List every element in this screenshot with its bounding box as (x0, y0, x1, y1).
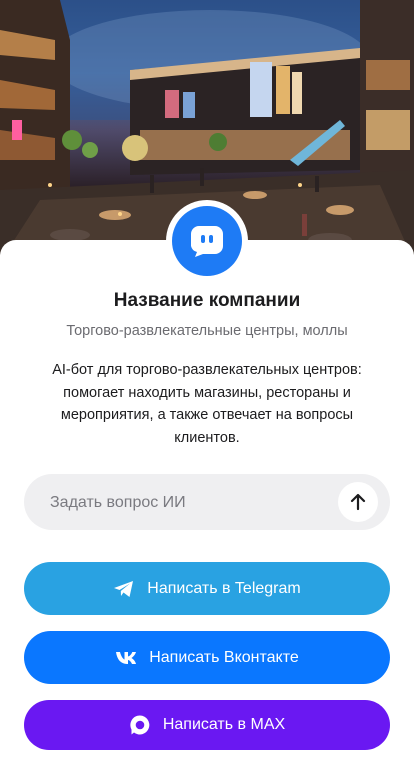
telegram-button[interactable]: Написать в Telegram (24, 562, 390, 615)
telegram-icon (113, 580, 135, 598)
vk-icon (115, 651, 137, 665)
company-name: Название компании (113, 290, 301, 311)
max-button[interactable]: Написать в MAX (24, 700, 390, 750)
vk-button-label: Написать Вконтакте (149, 648, 299, 666)
company-description: AI-бот для торгово-развлекательных центр… (52, 362, 362, 446)
company-avatar (166, 200, 248, 282)
send-button[interactable] (338, 482, 378, 522)
max-icon (129, 714, 151, 736)
max-button-label: Написать в MAX (162, 716, 286, 733)
company-category: Торгово-развлекательные центры, моллы (66, 323, 348, 339)
chat-bot-icon (172, 206, 242, 276)
arrow-up-icon (350, 493, 366, 511)
ask-ai-input[interactable] (48, 474, 352, 532)
vk-button[interactable]: Написать Вконтакте (24, 631, 390, 684)
ask-ai-field (24, 474, 390, 532)
telegram-button-label: Написать в Telegram (147, 579, 301, 597)
